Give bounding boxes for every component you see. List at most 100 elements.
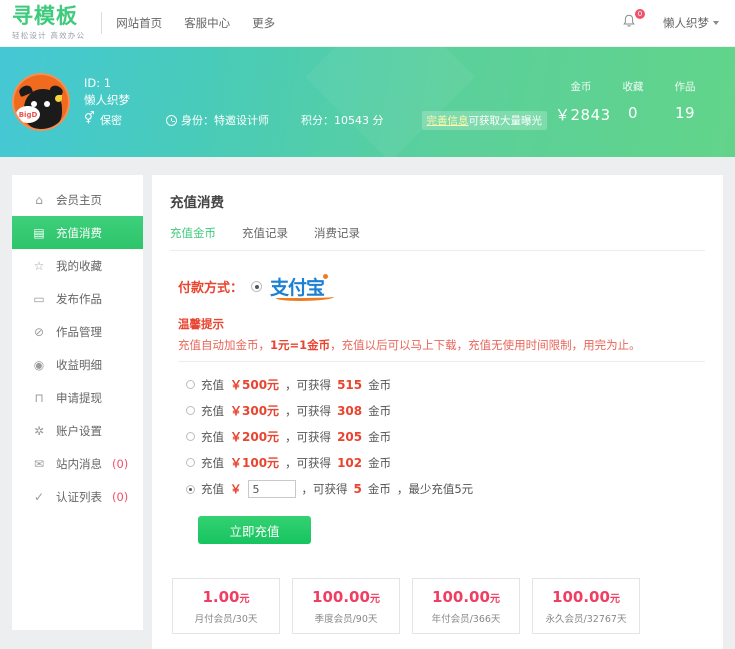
option-mid: ，可获得 [285, 377, 332, 392]
card-price-unit: 元 [239, 593, 250, 605]
stat-favorites: 收藏 0 [607, 79, 659, 125]
option-mid: ，可获得 [301, 482, 348, 496]
payment-method-radio-alipay[interactable] [251, 281, 263, 292]
recharge-option-radio[interactable] [186, 458, 195, 467]
alipay-logo[interactable]: 支付宝 [270, 273, 335, 301]
avatar[interactable]: BigD [12, 73, 70, 131]
nav-item-home[interactable]: 网站首页 [116, 15, 162, 31]
sidebar-item-account-settings[interactable]: ✲ 账户设置 [12, 414, 143, 447]
recharge-button[interactable]: 立即充值 [198, 516, 311, 544]
card-price-unit: 元 [369, 593, 380, 605]
sidebar-item-certification[interactable]: ✓ 认证列表 (0) [12, 480, 143, 513]
sidebar-item-member-home[interactable]: ⌂ 会员主页 [12, 183, 143, 216]
tab-recharge-records[interactable]: 充值记录 [242, 225, 288, 241]
user-menu[interactable]: 懒人织梦 [663, 15, 719, 31]
option-suffix: 金币 [368, 429, 392, 444]
user-menu-label: 懒人织梦 [663, 16, 709, 30]
sidebar-item-label: 作品管理 [56, 324, 102, 339]
sidebar-item-recharge[interactable]: ▤ 充值消费 [12, 216, 143, 249]
card-desc: 月付会员/30天 [194, 613, 258, 625]
main-content: 充值消费 充值金币 充值记录 消费记录 付款方式： 支付宝 温馨提示 充值自动加… [152, 175, 723, 649]
option-suffix: 金币 [367, 482, 391, 496]
sidebar-item-favorites[interactable]: ☆ 我的收藏 [12, 249, 143, 282]
profile-stats: 金币 ￥2843 收藏 0 作品 19 [555, 79, 717, 125]
option-suffix: 金币 [368, 455, 392, 470]
sidebar-menu: ⌂ 会员主页 ▤ 充值消费 ☆ 我的收藏 ▭ 发布作品 ⊘ 作品管理 ◉ 收益明… [12, 183, 143, 513]
option-coins: 102 [337, 455, 363, 470]
option-prefix: 充值 [201, 482, 224, 496]
recharge-option-radio[interactable] [186, 484, 195, 494]
recharge-option-100[interactable]: 充值 ￥100元 ，可获得 102 金币 [186, 454, 705, 471]
membership-card-quarterly[interactable]: 100.00元 季度会员/90天 [292, 578, 400, 634]
page-body: ⌂ 会员主页 ▤ 充值消费 ☆ 我的收藏 ▭ 发布作品 ⊘ 作品管理 ◉ 收益明… [0, 157, 735, 649]
recharge-option-custom[interactable]: 充值 ￥ ，可获得 5 金币 ，最少充值5元 [186, 480, 705, 498]
membership-card-lifetime[interactable]: 100.00元 永久会员/32767天 [532, 578, 640, 634]
sidebar-item-label: 收益明细 [56, 357, 102, 372]
option-coins: 308 [337, 403, 363, 418]
card-price: 1.00元 [202, 588, 249, 606]
recharge-option-radio[interactable] [186, 432, 195, 441]
alipay-dot [323, 274, 329, 279]
briefcase-icon: ⊓ [34, 390, 44, 405]
option-prefix: 充值 [201, 429, 224, 444]
card-price-value: 1.00 [202, 587, 240, 606]
card-price-unit: 元 [489, 593, 500, 605]
nav-item-support[interactable]: 客服中心 [184, 15, 230, 31]
recharge-option-300[interactable]: 充值 ￥300元 ，可获得 308 金币 [186, 402, 705, 419]
mail-icon: ✉ [33, 456, 45, 471]
membership-card-monthly[interactable]: 1.00元 月付会员/30天 [172, 578, 280, 634]
sidebar-item-works-manage[interactable]: ⊘ 作品管理 [12, 315, 143, 348]
nav-item-more[interactable]: 更多 [252, 15, 275, 31]
membership-card-yearly[interactable]: 100.00元 年付会员/366天 [412, 578, 520, 634]
content-tabs: 充值金币 充值记录 消费记录 [170, 225, 705, 251]
recharge-option-radio[interactable] [186, 380, 195, 389]
notifications-button[interactable]: 0 [621, 9, 645, 33]
promo-link[interactable]: 完善信息 [427, 113, 469, 128]
tab-recharge-coins[interactable]: 充值金币 [170, 225, 216, 241]
tab-consumption-records[interactable]: 消费记录 [314, 225, 360, 241]
home-icon: ⌂ [35, 192, 43, 207]
option-prefix: 充值 [201, 455, 224, 470]
profile-gender: 保密 [84, 111, 122, 128]
sidebar-item-label: 账户设置 [56, 423, 102, 438]
avatar-ear [55, 95, 62, 102]
site-logo[interactable]: 寻模板 轻松设计 高效办公 [12, 5, 85, 40]
sidebar-item-label: 充值消费 [56, 225, 102, 240]
sidebar-item-withdraw[interactable]: ⊓ 申请提现 [12, 381, 143, 414]
profile-points: 积分：10543 分 [301, 112, 384, 128]
sidebar-item-earnings[interactable]: ◉ 收益明细 [12, 348, 143, 381]
promo-banner[interactable]: 完善信息 可获取大量曝光 [421, 110, 547, 130]
sidebar-item-label: 会员主页 [56, 192, 102, 207]
stat-favorites-value: 0 [627, 104, 639, 122]
profile-meta: 保密 身份：特邀设计师 积分：10543 分 完善信息可获取大量曝光 [84, 110, 547, 130]
recharge-option-radio[interactable] [186, 406, 195, 415]
option-price: ￥500元 [230, 378, 280, 392]
sidebar-item-publish[interactable]: ▭ 发布作品 [12, 282, 143, 315]
card-desc: 年付会员/366天 [431, 613, 501, 625]
recharge-option-200[interactable]: 充值 ￥200元 ，可获得 205 金币 [186, 428, 705, 445]
recharge-option-500[interactable]: 充值 ￥500元 ，可获得 515 金币 [186, 376, 705, 393]
card-desc: 季度会员/90天 [314, 613, 378, 625]
card-price-value: 100.00 [432, 587, 490, 606]
top-header: 寻模板 轻松设计 高效办公 网站首页 客服中心 更多 0 懒人织梦 [0, 0, 735, 47]
sidebar-item-label: 我的收藏 [56, 258, 102, 273]
payment-method-label: 付款方式： [178, 281, 244, 296]
custom-amount-input[interactable] [247, 480, 296, 498]
profile-points-label: 积分：10543 分 [301, 114, 384, 127]
option-price: ￥300元 [230, 404, 280, 418]
clock-icon [166, 114, 177, 126]
card-price: 100.00元 [432, 588, 500, 606]
tip-text: 充值自动加金币，1元=1金币，充值以后可以马上下载，充值无使用时间限制，用完为止… [178, 337, 705, 353]
tip-text-part1: 充值自动加金币， [178, 338, 270, 352]
logo-tagline: 轻松设计 高效办公 [12, 30, 86, 40]
option-mid: ，可获得 [285, 403, 332, 418]
stat-coins: 金币 ￥2843 [555, 79, 610, 125]
currency-symbol: ￥ [230, 482, 242, 496]
option-price: ￥100元 [230, 456, 280, 470]
promo-text: 可获取大量曝光 [468, 114, 543, 127]
sidebar-item-messages[interactable]: ✉ 站内消息 (0) [12, 447, 143, 480]
star-icon: ☆ [33, 258, 45, 273]
gender-icon [84, 111, 96, 126]
sidebar-item-label: 站内消息 [56, 456, 102, 471]
alipay-swoosh [276, 294, 335, 301]
